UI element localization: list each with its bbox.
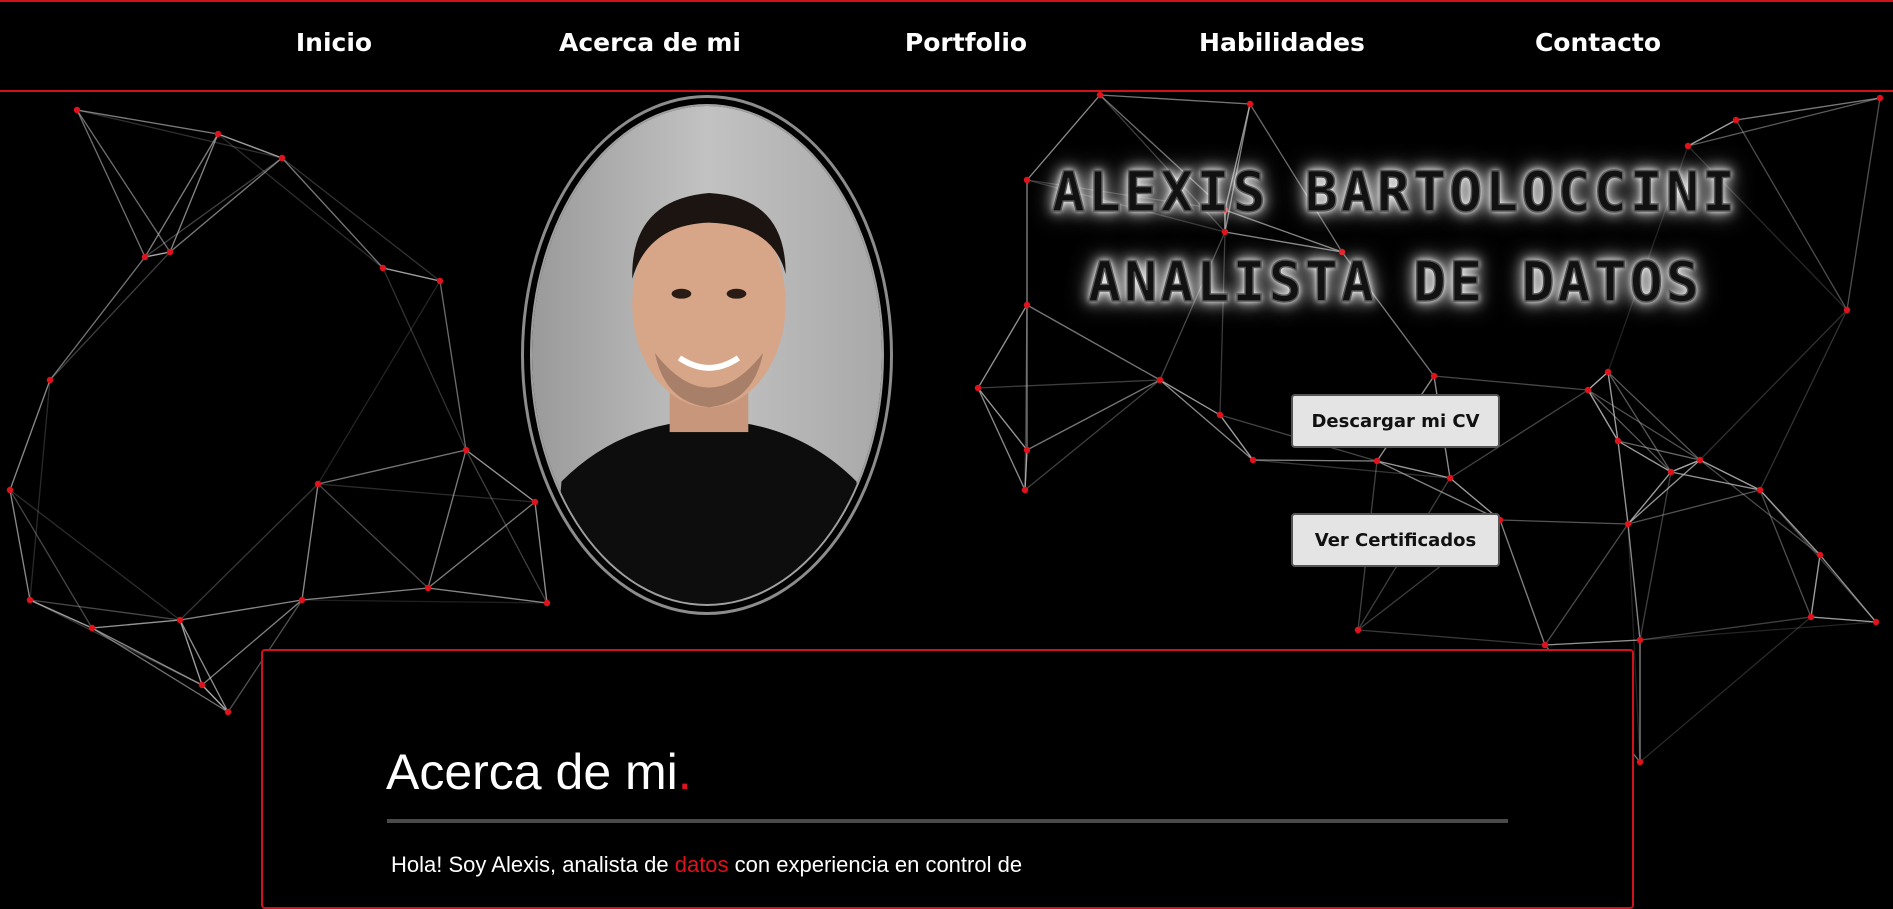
about-text: Hola! Soy Alexis, analista de datos con … [391,852,1022,878]
nav-inicio[interactable]: Inicio [204,28,464,57]
nav-portfolio[interactable]: Portfolio [836,28,1096,57]
nav-contacto[interactable]: Contacto [1468,28,1728,57]
nav-acerca-de-mi[interactable]: Acerca de mi [520,28,780,57]
about-section: Acerca de mi. Hola! Soy Alexis, analista… [261,649,1634,909]
about-title: Acerca de mi. [386,743,692,801]
profile-photo [521,95,893,615]
view-certificates-button[interactable]: Ver Certificados [1291,513,1500,567]
top-navigation: Inicio Acerca de mi Portfolio Habilidade… [0,0,1893,92]
about-title-text: Acerca de mi [386,744,678,800]
nav-habilidades[interactable]: Habilidades [1152,28,1412,57]
hero-name: ALEXIS BARTOLOCCINI [1051,159,1739,225]
about-divider [387,819,1508,823]
download-cv-button[interactable]: Descargar mi CV [1291,394,1500,448]
about-title-dot: . [677,744,692,800]
hero-role: ANALISTA DE DATOS [1087,249,1702,315]
